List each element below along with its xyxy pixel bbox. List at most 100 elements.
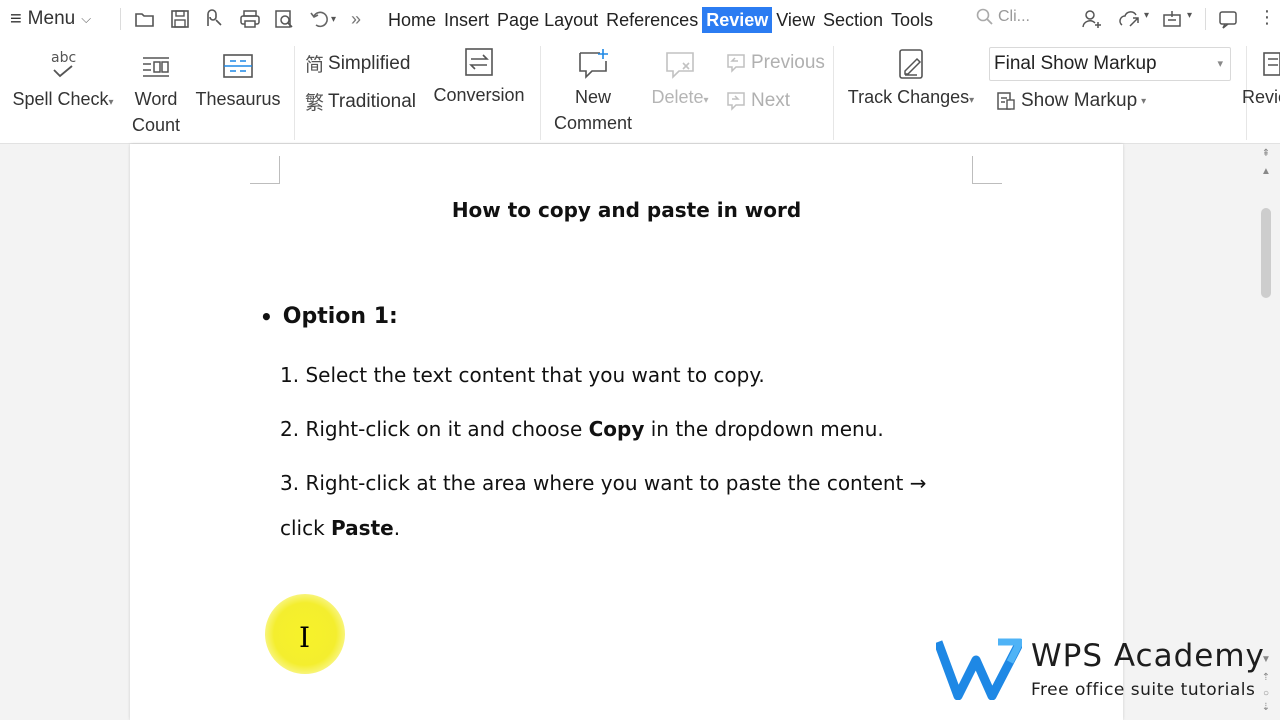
hamburger-icon: ≡ (10, 7, 22, 30)
chevron-down-icon: ▾ (1217, 58, 1223, 70)
traditional-char-icon: 繁 (305, 93, 325, 114)
thesaurus-label: Thesaurus (195, 89, 281, 109)
save-icon[interactable] (169, 6, 191, 32)
step-2-bold: Copy (588, 417, 645, 441)
step-2-suffix: in the dropdown menu. (644, 417, 884, 441)
new-comment-button[interactable]: New Comment (548, 44, 638, 136)
select-browse-object-icon[interactable]: ○ (1258, 688, 1274, 699)
review-pane-label: Revie (1242, 87, 1280, 107)
word-count-label-1: Word (134, 89, 178, 109)
traditional-button[interactable]: 繁 Traditional (305, 88, 416, 115)
bullet-icon: • (260, 304, 273, 329)
ribbon-divider (294, 46, 295, 140)
scroll-up-icon[interactable]: ▲ (1258, 166, 1274, 177)
menu-bar: ≡ Menu ⌵ ▾ » Home Insert Page Layout Ref… (0, 0, 1280, 38)
cloud-upload-icon[interactable] (1118, 6, 1144, 32)
divider (1205, 8, 1206, 30)
previous-comment-button[interactable]: Previous (725, 52, 825, 74)
open-folder-icon[interactable] (134, 6, 156, 32)
tab-insert[interactable]: Insert (440, 7, 493, 33)
next-page-icon[interactable]: ⇣ (1258, 702, 1274, 713)
collaborate-dropdown-icon[interactable]: ▾ (1187, 10, 1192, 21)
comment-icon[interactable] (1217, 6, 1239, 32)
review-pane-button[interactable]: Revie (1240, 44, 1280, 110)
svg-text:abc: abc (51, 50, 76, 66)
track-changes-icon (896, 44, 926, 84)
more-tools-icon[interactable]: » (351, 6, 361, 32)
delete-dropdown-icon: ▾ (703, 95, 709, 106)
new-comment-icon (576, 44, 610, 84)
option-label: Option 1: (282, 304, 398, 329)
previous-page-icon[interactable]: ⇡ (1258, 672, 1274, 683)
delete-label: Delete (651, 87, 704, 107)
tab-references[interactable]: References (602, 7, 702, 33)
search-icon (976, 8, 993, 25)
collaborate-icon[interactable] (1161, 6, 1185, 32)
simplified-button[interactable]: 简 Simplified (305, 50, 410, 77)
more-options-icon[interactable]: ⋮ (1258, 7, 1276, 28)
delete-comment-icon (663, 44, 697, 84)
markup-mode-value: Final Show Markup (994, 53, 1157, 74)
show-markup-icon (997, 92, 1015, 110)
show-markup-button[interactable]: Show Markup ▾ (995, 90, 1146, 112)
scroll-down-icon[interactable]: ▼ (1258, 654, 1274, 665)
word-count-label-2: Count (131, 115, 181, 135)
scrollbar-thumb[interactable] (1261, 208, 1271, 298)
menu-label: Menu (27, 8, 76, 29)
simplified-char-icon: 简 (305, 55, 325, 76)
spell-check-dropdown-icon: ▾ (108, 97, 114, 108)
thesaurus-button[interactable]: Thesaurus (192, 46, 284, 112)
review-ribbon: abc Spell Check▾ Word Count Thesaurus 简 … (0, 38, 1280, 144)
export-pdf-icon[interactable] (203, 6, 225, 32)
document-area: How to copy and paste in word • Option 1… (0, 144, 1280, 720)
main-menu-button[interactable]: ≡ Menu ⌵ (10, 6, 91, 32)
wps-academy-watermark: WPS Academy Free office suite tutorials (936, 638, 1266, 708)
print-preview-icon[interactable] (273, 6, 295, 32)
undo-icon[interactable] (308, 6, 330, 32)
track-changes-dropdown-icon: ▾ (969, 95, 975, 106)
chevron-down-icon: ⌵ (81, 11, 92, 26)
step-3-line-2: click Paste. (280, 516, 400, 540)
search-box[interactable]: Cli... (976, 8, 1030, 26)
tab-section[interactable]: Section (819, 7, 887, 33)
wps-logo-icon (936, 638, 1022, 700)
step-3-suffix: . (393, 516, 401, 540)
word-count-button[interactable]: Word Count (128, 46, 184, 138)
text-cursor-icon: I (299, 621, 311, 654)
next-label: Next (751, 90, 791, 111)
step-3-line-1: 3. Right-click at the area where you wan… (280, 471, 927, 495)
track-changes-button[interactable]: Track Changes▾ (842, 44, 980, 114)
tab-page-layout[interactable]: Page Layout (493, 7, 602, 33)
conversion-button[interactable]: Conversion (430, 42, 528, 108)
review-pane-icon (1240, 44, 1280, 84)
vertical-scrollbar[interactable]: ⇞ ▲ ▼ ⇡ ○ ⇣ (1258, 144, 1274, 720)
ribbon-tabs: Home Insert Page Layout References Revie… (384, 7, 937, 33)
margin-corner-mark (250, 156, 280, 184)
upload-dropdown-icon[interactable]: ▾ (1144, 10, 1149, 21)
tab-view[interactable]: View (772, 7, 819, 33)
tab-home[interactable]: Home (384, 7, 440, 33)
tab-review[interactable]: Review (702, 7, 773, 33)
watermark-subtitle: Free office suite tutorials (1031, 680, 1256, 700)
conversion-icon (462, 42, 496, 82)
share-user-icon[interactable] (1080, 6, 1104, 32)
next-comment-button[interactable]: Next (725, 90, 790, 112)
step-3-bold: Paste (331, 516, 394, 540)
undo-dropdown-icon[interactable]: ▾ (331, 6, 336, 32)
tab-tools[interactable]: Tools (887, 7, 937, 33)
margin-corner-mark (972, 156, 1002, 184)
track-changes-label: Track Changes (847, 87, 970, 107)
word-count-icon (139, 46, 173, 86)
markup-mode-select[interactable]: Final Show Markup ▾ (989, 47, 1231, 81)
document-page[interactable]: How to copy and paste in word • Option 1… (130, 144, 1123, 720)
spell-check-button[interactable]: abc Spell Check▾ (8, 46, 118, 116)
thesaurus-icon (221, 46, 255, 86)
print-icon[interactable] (238, 6, 262, 32)
new-comment-label-1: New (574, 87, 611, 107)
scroll-top-icon[interactable]: ⇞ (1258, 148, 1274, 159)
document-title: How to copy and paste in word (451, 198, 802, 222)
spell-check-label: Spell Check (12, 89, 109, 109)
delete-comment-button[interactable]: Delete▾ (644, 44, 716, 114)
previous-comment-icon (727, 54, 745, 73)
ribbon-divider (540, 46, 541, 140)
